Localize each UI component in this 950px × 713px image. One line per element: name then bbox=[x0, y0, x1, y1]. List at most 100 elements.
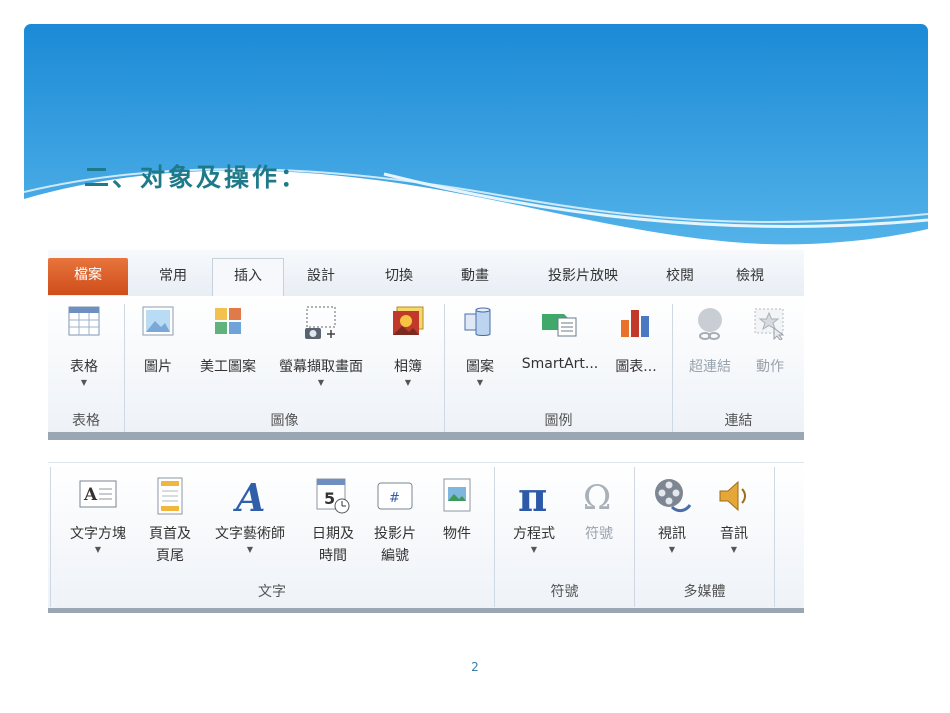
audio-button[interactable]: 音訊 ▼ bbox=[704, 477, 764, 554]
photo-album-icon bbox=[393, 306, 424, 335]
chevron-down-icon: ▼ bbox=[317, 378, 325, 387]
tab-animations[interactable]: 動畫 bbox=[442, 261, 508, 296]
picture-button[interactable]: 圖片 bbox=[132, 306, 184, 376]
svg-text:A: A bbox=[233, 477, 265, 515]
video-button[interactable]: 視訊 ▼ bbox=[642, 477, 702, 554]
photo-album-button[interactable]: 相簿 ▼ bbox=[382, 306, 434, 387]
textbox-button[interactable]: A 文字方塊 ▼ bbox=[58, 477, 138, 554]
svg-text:5: 5 bbox=[324, 489, 335, 508]
equation-button[interactable]: π 方程式 ▼ bbox=[502, 477, 566, 554]
smartart-button[interactable]: SmartArt... bbox=[514, 306, 606, 372]
ribbon-insert-top: 檔案 常用 插入 設計 切換 動畫 投影片放映 校閱 檢視 表格 ▼ 圖片 美工… bbox=[48, 250, 804, 440]
clipart-button[interactable]: 美工圖案 bbox=[190, 306, 266, 376]
shapes-label: 圖案 bbox=[466, 359, 494, 375]
chevron-down-icon: ▼ bbox=[730, 545, 738, 554]
group-label-tables: 表格 bbox=[72, 413, 100, 429]
chart-button[interactable]: 圖表... bbox=[608, 306, 664, 376]
smartart-icon bbox=[542, 314, 577, 337]
chevron-down-icon: ▼ bbox=[94, 545, 102, 554]
header-footer-label-1: 頁首及 bbox=[149, 526, 191, 542]
group-divider bbox=[774, 467, 775, 607]
photo-album-label: 相簿 bbox=[394, 359, 422, 375]
svg-text:π: π bbox=[518, 477, 547, 515]
slide-number-button[interactable]: # 投影片 編號 bbox=[364, 477, 426, 565]
omega-icon: Ω bbox=[583, 478, 611, 515]
table-label: 表格 bbox=[70, 359, 98, 375]
clipart-icon bbox=[215, 308, 241, 334]
tab-transitions[interactable]: 切換 bbox=[364, 261, 434, 296]
svg-text:#: # bbox=[389, 491, 400, 506]
header-footer-icon bbox=[157, 477, 183, 515]
picture-label: 圖片 bbox=[144, 359, 172, 375]
clipart-label: 美工圖案 bbox=[200, 359, 256, 375]
tab-view[interactable]: 檢視 bbox=[718, 261, 782, 296]
ribbon-tab-bar: 檔案 常用 插入 設計 切換 動畫 投影片放映 校閱 檢視 bbox=[48, 250, 804, 297]
wordart-button[interactable]: A 文字藝術師 ▼ bbox=[204, 477, 296, 554]
date-time-label-2: 時間 bbox=[319, 548, 347, 564]
slide-number-label-1: 投影片 bbox=[374, 526, 416, 542]
slide-number-icon: # bbox=[377, 482, 413, 510]
chevron-down-icon: ▼ bbox=[246, 545, 254, 554]
screenshot-button[interactable]: 螢幕擷取畫面 ▼ bbox=[268, 306, 374, 387]
shapes-button[interactable]: 圖案 ▼ bbox=[454, 306, 506, 387]
date-time-label-1: 日期及 bbox=[312, 526, 354, 542]
tab-home[interactable]: 常用 bbox=[140, 261, 206, 296]
chevron-down-icon: ▼ bbox=[476, 378, 484, 387]
group-label-media: 多媒體 bbox=[683, 584, 726, 600]
slide-header: 二、对象及操作： bbox=[24, 24, 928, 264]
tab-design[interactable]: 設計 bbox=[288, 261, 354, 296]
object-icon bbox=[443, 478, 471, 512]
page-number: 2 bbox=[471, 660, 479, 674]
group-label-text: 文字 bbox=[258, 584, 286, 600]
ribbon-bottom-border bbox=[48, 432, 804, 440]
audio-label: 音訊 bbox=[720, 526, 748, 542]
tab-insert[interactable]: 插入 bbox=[212, 258, 284, 297]
wordart-label: 文字藝術師 bbox=[215, 526, 285, 542]
group-label-links: 連結 bbox=[724, 413, 753, 429]
header-footer-label-2: 頁尾 bbox=[156, 548, 184, 564]
svg-text:A: A bbox=[83, 485, 98, 505]
table-button[interactable]: 表格 ▼ bbox=[58, 306, 110, 387]
tab-review[interactable]: 校閱 bbox=[652, 261, 708, 296]
svg-text:Ω: Ω bbox=[583, 478, 611, 515]
tab-slideshow[interactable]: 投影片放映 bbox=[518, 261, 648, 296]
calendar-clock-icon: 5 bbox=[316, 478, 350, 514]
screenshot-icon bbox=[305, 306, 336, 339]
action-button[interactable]: 動作 bbox=[742, 306, 798, 376]
chart-icon bbox=[621, 310, 649, 337]
group-label-illustrations: 圖例 bbox=[544, 413, 573, 429]
slide-title: 二、对象及操作： bbox=[84, 163, 309, 192]
object-button[interactable]: 物件 bbox=[430, 477, 484, 543]
table-icon bbox=[68, 306, 100, 336]
ribbon-insert-bottom: A 文字方塊 ▼ 頁首及 頁尾 A 文字藝術師 ▼ 5 日期及 時間 # 投影片… bbox=[48, 462, 804, 613]
action-label: 動作 bbox=[756, 359, 784, 375]
symbol-label: 符號 bbox=[585, 526, 613, 542]
film-reel-icon bbox=[655, 479, 692, 513]
header-footer-button[interactable]: 頁首及 頁尾 bbox=[140, 477, 200, 565]
hyperlink-button[interactable]: 超連結 bbox=[680, 306, 740, 376]
header-wave-background bbox=[24, 24, 928, 264]
textbox-icon: A bbox=[79, 480, 117, 508]
slide-number-label-2: 編號 bbox=[381, 548, 409, 564]
speaker-icon bbox=[719, 480, 746, 512]
video-label: 視訊 bbox=[658, 526, 686, 542]
object-label: 物件 bbox=[443, 526, 471, 542]
textbox-label: 文字方塊 bbox=[70, 526, 126, 542]
chevron-down-icon: ▼ bbox=[80, 378, 88, 387]
equation-label: 方程式 bbox=[513, 526, 555, 542]
shapes-icon bbox=[464, 307, 491, 336]
ribbon-bottom-border bbox=[48, 608, 804, 613]
action-star-icon bbox=[754, 308, 785, 340]
pi-icon: π bbox=[518, 477, 547, 515]
tab-file[interactable]: 檔案 bbox=[48, 258, 128, 295]
group-label-symbols: 符號 bbox=[550, 584, 579, 600]
screenshot-label: 螢幕擷取畫面 bbox=[279, 359, 363, 375]
smartart-label: SmartArt... bbox=[521, 356, 599, 372]
picture-icon bbox=[142, 306, 174, 336]
group-label-images: 圖像 bbox=[270, 413, 299, 429]
symbol-button[interactable]: Ω 符號 bbox=[570, 477, 628, 543]
date-time-button[interactable]: 5 日期及 時間 bbox=[302, 477, 364, 565]
wordart-icon: A bbox=[233, 477, 265, 515]
hyperlink-label: 超連結 bbox=[689, 359, 731, 375]
chevron-down-icon: ▼ bbox=[668, 545, 676, 554]
